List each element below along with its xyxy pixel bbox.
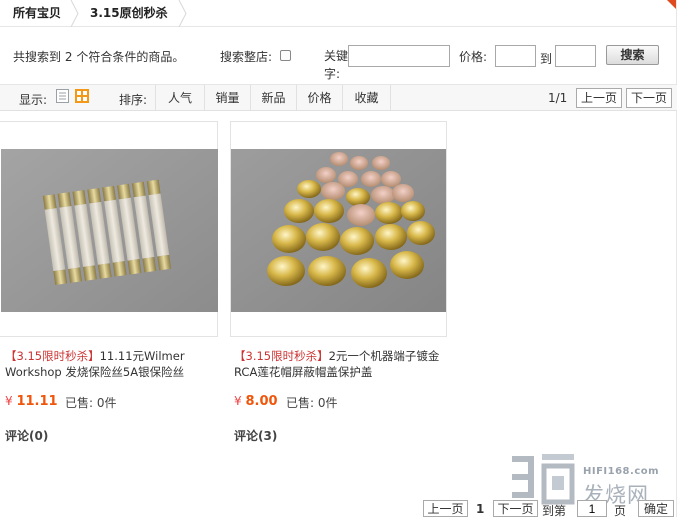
breadcrumb-current[interactable]: 3.15原创秒杀 bbox=[90, 0, 168, 27]
result-suffix: 个符合条件的商品。 bbox=[76, 50, 185, 64]
sort-sales[interactable]: 销量 bbox=[205, 85, 251, 111]
breadcrumb: 所有宝贝 3.15原创秒杀 bbox=[0, 0, 677, 27]
promo-tag: 【3.15限时秒杀】 bbox=[234, 349, 329, 363]
price-value: 11.11 bbox=[16, 394, 58, 409]
result-prefix: 共搜索到 bbox=[13, 50, 62, 64]
product-image-fuses[interactable] bbox=[1, 149, 218, 312]
chevron-right-icon bbox=[70, 0, 79, 27]
goto-label: 到第 bbox=[542, 504, 567, 517]
sort-new[interactable]: 新品 bbox=[251, 85, 297, 111]
keyword-label-1: 关键 bbox=[324, 49, 349, 63]
page-indicator: 1/1 bbox=[548, 91, 568, 105]
next-page-button[interactable]: 下一页 bbox=[493, 500, 538, 517]
grid-view-icon[interactable] bbox=[75, 89, 89, 103]
prev-page-button[interactable]: 上一页 bbox=[423, 500, 468, 517]
product-card[interactable]: 【3.15限时秒杀】11.11元Wilmer Workshop 发烧保险丝5A银… bbox=[0, 121, 218, 443]
page-unit-label: 页 bbox=[614, 504, 627, 517]
search-bar: 共搜索到 2 个符合条件的商品。 搜索整店: 关键 字: 价格: 到 bbox=[0, 27, 677, 85]
price-value: 8.00 bbox=[245, 394, 278, 409]
whole-store-label: 搜索整店: bbox=[220, 50, 273, 64]
review-count-link[interactable]: 评论(3) bbox=[234, 427, 277, 444]
promo-tag: 【3.15限时秒杀】 bbox=[5, 349, 100, 363]
price-max-input[interactable] bbox=[555, 45, 596, 67]
current-page: 1 bbox=[476, 502, 485, 516]
goto-page-input[interactable] bbox=[577, 500, 607, 517]
whole-store-checkbox[interactable] bbox=[280, 50, 291, 61]
price-to-label: 到 bbox=[540, 52, 553, 66]
sort-popularity[interactable]: 人气 bbox=[155, 85, 205, 111]
next-page-button-top[interactable]: 下一页 bbox=[626, 88, 672, 108]
sold-count: 已售: 0件 bbox=[286, 396, 338, 410]
sort-price[interactable]: 价格 bbox=[297, 85, 343, 111]
keyword-label-2: 字: bbox=[324, 67, 341, 81]
chevron-right-icon bbox=[178, 0, 187, 27]
product-price: ¥ 11.11 bbox=[5, 394, 58, 409]
price-min-input[interactable] bbox=[495, 45, 536, 67]
shop-search-panel: 所有宝贝 3.15原创秒杀 共搜索到 2 个符合条件的商品。 搜索整店: 关键 … bbox=[0, 0, 677, 517]
currency-symbol: ¥ bbox=[5, 394, 13, 408]
sold-count: 已售: 0件 bbox=[65, 396, 117, 410]
watermark-url: HIFI168.com bbox=[583, 466, 660, 477]
display-label: 显示: bbox=[19, 93, 48, 107]
sort-label: 排序: bbox=[119, 93, 148, 107]
breadcrumb-all-items[interactable]: 所有宝贝 bbox=[13, 0, 61, 27]
review-count-link[interactable]: 评论(0) bbox=[5, 427, 48, 444]
product-card[interactable]: 【3.15限时秒杀】2元一个机器端子镀金RCA莲花帽屏蔽帽盖保护盖 ¥ 8.00… bbox=[230, 121, 447, 443]
prev-page-button-top[interactable]: 上一页 bbox=[576, 88, 622, 108]
product-price: ¥ 8.00 bbox=[234, 394, 278, 409]
price-label: 价格: bbox=[459, 50, 488, 64]
result-summary: 共搜索到 2 个符合条件的商品。 bbox=[13, 48, 184, 65]
product-title[interactable]: 【3.15限时秒杀】11.11元Wilmer Workshop 发烧保险丝5A银… bbox=[5, 348, 210, 380]
sort-favorites[interactable]: 收藏 bbox=[343, 85, 391, 111]
confirm-goto-button[interactable]: 确定 bbox=[638, 500, 674, 517]
product-title[interactable]: 【3.15限时秒杀】2元一个机器端子镀金RCA莲花帽屏蔽帽盖保护盖 bbox=[234, 348, 446, 380]
list-view-icon[interactable] bbox=[56, 89, 69, 103]
sort-bar: 显示: 排序: 人气 销量 新品 价格 收藏 1/1 上一页 下一页 bbox=[0, 85, 677, 111]
currency-symbol: ¥ bbox=[234, 394, 242, 408]
search-button[interactable]: 搜索 bbox=[606, 45, 659, 65]
product-image-rca-caps[interactable] bbox=[231, 149, 446, 312]
result-count: 2 bbox=[64, 50, 73, 64]
keyword-input[interactable] bbox=[348, 45, 450, 67]
